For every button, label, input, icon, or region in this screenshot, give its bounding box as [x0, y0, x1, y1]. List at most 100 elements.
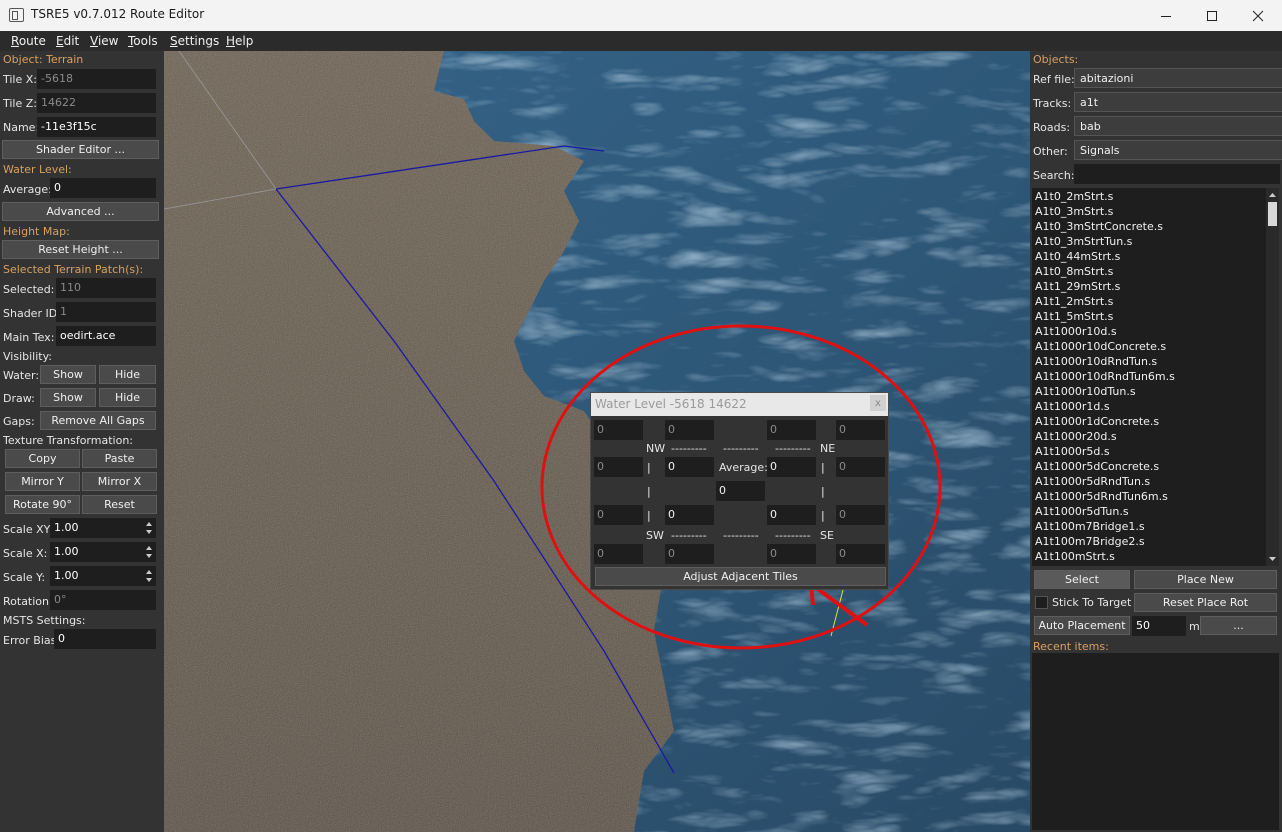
corner-ne-outer-field[interactable]: 0 — [836, 420, 885, 440]
dialog-title-bar[interactable]: Water Level -5618 14622 x — [591, 393, 888, 416]
tile-x-field[interactable]: -5618 — [37, 69, 156, 89]
dialog-close-button[interactable]: x — [870, 395, 886, 411]
corner-se-outer-field[interactable]: 0 — [836, 544, 885, 564]
object-list-item[interactable]: A1t1000r1d.s — [1035, 400, 1110, 413]
object-list-item[interactable]: A1t1_2mStrt.s — [1035, 295, 1113, 308]
edge-e-lower-outer-field[interactable]: 0 — [836, 505, 885, 525]
ne-corner-field[interactable]: 0 — [767, 457, 816, 477]
error-bias-field[interactable]: 0 — [54, 629, 156, 649]
remove-all-gaps-button[interactable]: Remove All Gaps — [40, 411, 156, 430]
mirror-y-button[interactable]: Mirror Y — [5, 472, 80, 491]
auto-placement-distance-field[interactable]: 50 — [1132, 616, 1186, 636]
shader-id-field[interactable]: 1 — [56, 302, 156, 322]
nw-corner-field[interactable]: 0 — [665, 457, 714, 477]
advanced-button[interactable]: Advanced ... — [2, 202, 159, 221]
scrollbar-thumb[interactable] — [1268, 202, 1277, 226]
place-new-button[interactable]: Place New — [1134, 570, 1277, 589]
object-list-item[interactable]: A1t1000r10dTun.s — [1035, 385, 1136, 398]
select-mode-button[interactable]: Select — [1034, 570, 1130, 589]
selected-field[interactable]: 110 — [56, 278, 156, 298]
object-list-item[interactable]: A1t1000r5dRndTun.s — [1035, 475, 1150, 488]
stick-to-target-checkbox[interactable] — [1035, 596, 1048, 609]
object-list-item[interactable]: A1t1000r5dRndTun6m.s — [1035, 490, 1168, 503]
object-list-item[interactable]: A1t0_8mStrt.s — [1035, 265, 1113, 278]
object-list-item[interactable]: A1t1000r5dConcrete.s — [1035, 460, 1159, 473]
rotate-90-button[interactable]: Rotate 90° — [5, 495, 80, 514]
edge-s-right-field[interactable]: 0 — [767, 544, 816, 564]
object-list-item[interactable]: A1t1000r10d.s — [1035, 325, 1117, 338]
object-list-item[interactable]: A1t1_29mStrt.s — [1035, 280, 1120, 293]
scale-xy-spinbox[interactable]: 1.00 — [50, 518, 156, 538]
corner-nw-outer-field[interactable]: 0 — [594, 420, 643, 440]
object-list-item[interactable]: A1t1000r10dRndTun.s — [1035, 355, 1157, 368]
menu-route[interactable]: Route — [11, 34, 46, 48]
object-list-item[interactable]: A1t100m7Bridge1.s — [1035, 520, 1145, 533]
spin-arrows-icon[interactable] — [144, 519, 154, 537]
mirror-x-button[interactable]: Mirror X — [82, 472, 157, 491]
menu-edit[interactable]: Edit — [56, 34, 79, 48]
menu-tools[interactable]: Tools — [128, 34, 158, 48]
corner-sw-outer-field[interactable]: 0 — [594, 544, 643, 564]
sw-corner-field[interactable]: 0 — [665, 505, 714, 525]
main-tex-field[interactable]: oedirt.ace — [56, 326, 156, 346]
edge-w-lower-outer-field[interactable]: 0 — [594, 505, 643, 525]
reset-place-rot-button[interactable]: Reset Place Rot — [1134, 593, 1277, 612]
copy-button[interactable]: Copy — [5, 449, 80, 468]
other-combo[interactable]: Signals — [1074, 140, 1282, 160]
close-button[interactable] — [1235, 0, 1281, 31]
average-field[interactable]: 0 — [50, 178, 156, 198]
object-list-item[interactable]: A1t1000r1dConcrete.s — [1035, 415, 1159, 428]
menu-view[interactable]: View — [90, 34, 118, 48]
object-list-item[interactable]: A1t100mStrt.s — [1035, 550, 1115, 563]
object-list-scrollbar[interactable] — [1266, 188, 1279, 566]
minimize-btn[interactable] — [1143, 0, 1189, 31]
object-list-item[interactable]: A1t0_3mStrtTun.s — [1035, 235, 1132, 248]
object-list-item[interactable]: A1t0_2mStrt.s — [1035, 190, 1113, 203]
shader-editor-button[interactable]: Shader Editor ... — [2, 140, 159, 159]
reset-texture-button[interactable]: Reset — [82, 495, 157, 514]
tracks-combo[interactable]: a1t — [1074, 92, 1282, 112]
draw-hide-button[interactable]: Hide — [99, 388, 156, 407]
more-options-button[interactable]: ... — [1200, 616, 1277, 635]
menu-help[interactable]: Help — [226, 34, 253, 48]
adjust-adjacent-tiles-button[interactable]: Adjust Adjacent Tiles — [595, 567, 886, 586]
object-list[interactable]: A1t0_2mStrt.s A1t0_3mStrt.s A1t0_3mStrtCon… — [1032, 188, 1279, 566]
draw-show-button[interactable]: Show — [40, 388, 96, 407]
edge-e-upper-outer-field[interactable]: 0 — [836, 457, 885, 477]
edge-n-right-field[interactable]: 0 — [767, 420, 816, 440]
scroll-down-icon[interactable] — [1268, 554, 1277, 564]
object-list-item[interactable]: A1t0_3mStrt.s — [1035, 205, 1113, 218]
object-list-item[interactable]: A1t100m7Bridge2.s — [1035, 535, 1145, 548]
object-list-item[interactable]: A1t1_5mStrt.s — [1035, 310, 1113, 323]
average-center-field[interactable]: 0 — [716, 481, 765, 501]
object-list-item[interactable]: A1t1000r5d.s — [1035, 445, 1110, 458]
paste-button[interactable]: Paste — [82, 449, 157, 468]
object-list-item[interactable]: A1t1000r5dTun.s — [1035, 505, 1129, 518]
object-list-item[interactable]: A1t1000r20d.s — [1035, 430, 1117, 443]
object-list-item[interactable]: A1t0_44mStrt.s — [1035, 250, 1120, 263]
name-field[interactable]: -11e3f15c — [37, 117, 156, 137]
object-list-item[interactable]: A1t1000r10dConcrete.s — [1035, 340, 1166, 353]
maximize-button[interactable] — [1189, 0, 1235, 31]
ref-file-combo[interactable]: abitazioni — [1074, 68, 1282, 88]
spin-arrows-icon[interactable] — [144, 543, 154, 561]
reset-height-button[interactable]: Reset Height ... — [2, 240, 159, 259]
object-list-item[interactable]: A1t0_3mStrtConcrete.s — [1035, 220, 1163, 233]
spin-arrows-icon[interactable] — [144, 567, 154, 585]
scale-x-spinbox[interactable]: 1.00 — [50, 542, 156, 562]
tile-z-field[interactable]: 14622 — [37, 93, 156, 113]
search-input[interactable] — [1074, 164, 1280, 184]
edge-w-upper-outer-field[interactable]: 0 — [594, 457, 643, 477]
menu-settings[interactable]: Settings — [170, 34, 219, 48]
rotation-field[interactable]: 0° — [50, 590, 156, 610]
se-corner-field[interactable]: 0 — [767, 505, 816, 525]
auto-placement-button[interactable]: Auto Placement — [1034, 616, 1130, 635]
scroll-up-icon[interactable] — [1268, 190, 1277, 200]
edge-n-left-field[interactable]: 0 — [665, 420, 714, 440]
recent-items-list[interactable] — [1032, 653, 1279, 830]
roads-combo[interactable]: bab — [1074, 116, 1282, 136]
water-hide-button[interactable]: Hide — [99, 365, 156, 384]
water-show-button[interactable]: Show — [40, 365, 96, 384]
edge-s-left-field[interactable]: 0 — [665, 544, 714, 564]
scale-y-spinbox[interactable]: 1.00 — [50, 566, 156, 586]
